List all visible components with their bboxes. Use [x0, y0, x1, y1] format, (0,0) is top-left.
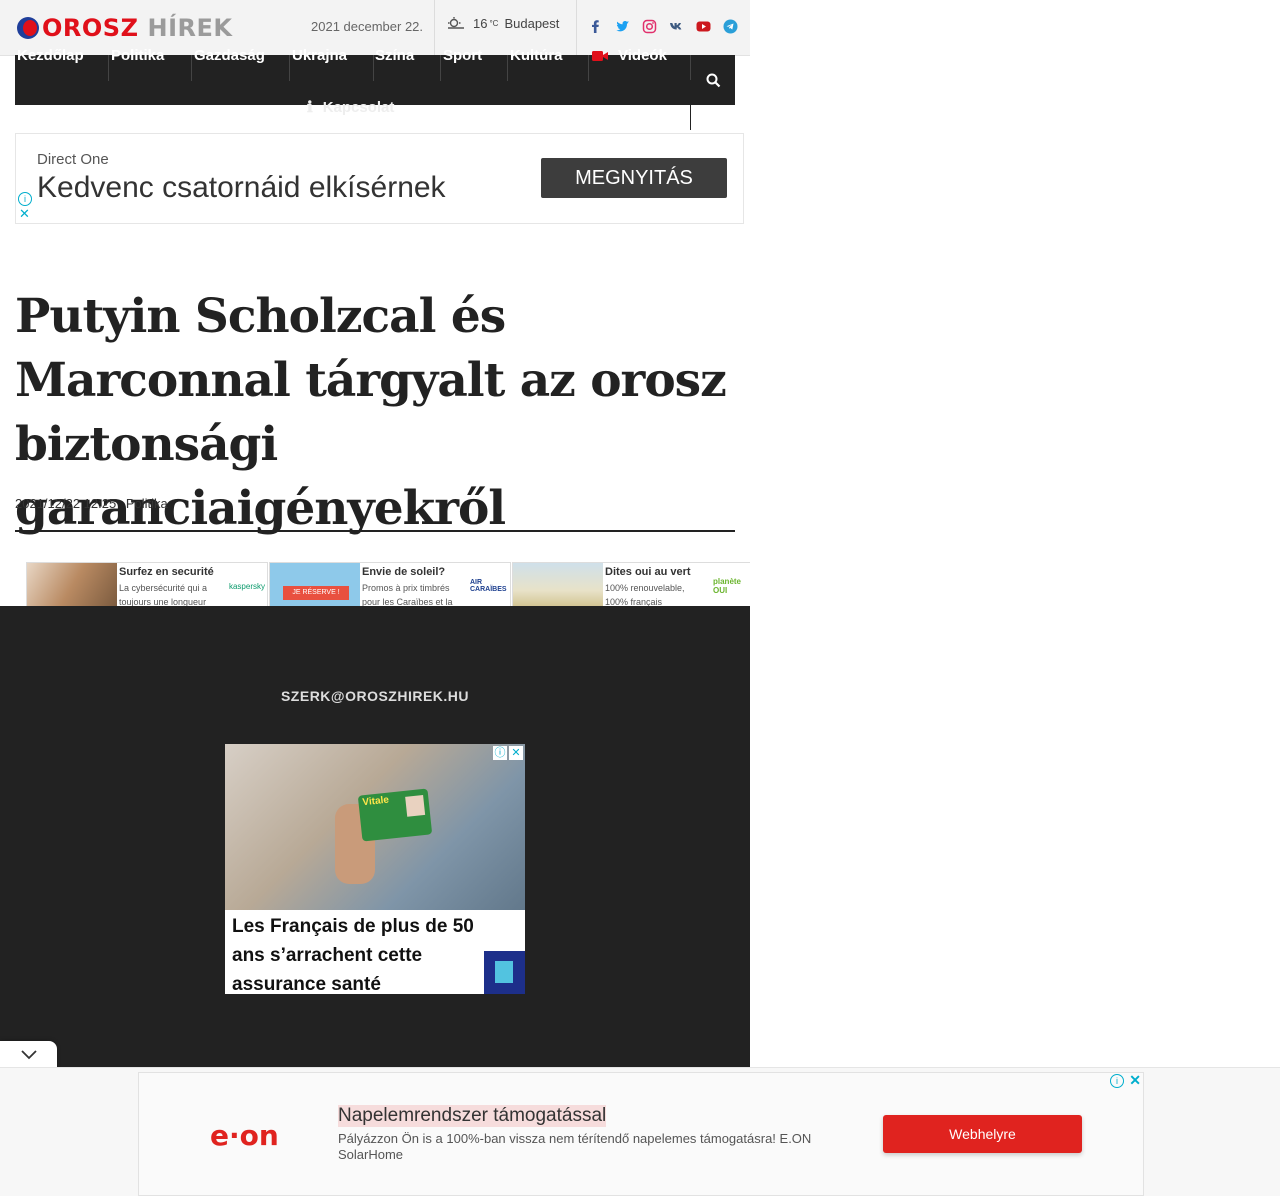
sponsored-card[interactable]: Dites oui au vert 100% renouvelable, 100… — [512, 562, 750, 606]
ad-card-photo — [405, 794, 426, 817]
ad-logo: e·on — [210, 1119, 279, 1152]
ad-close-icon[interactable]: ✕ — [509, 746, 523, 760]
article-divider — [15, 530, 735, 532]
logo-globe-icon — [17, 17, 39, 39]
weather-city: Budapest — [504, 16, 560, 31]
ad-info-icon[interactable]: i — [18, 192, 32, 206]
nav-item-culture[interactable]: Kultúra — [508, 47, 563, 81]
nav-item-contact[interactable]: ℹ Kapcsolat — [307, 98, 394, 116]
article-category[interactable]: Politika — [126, 496, 168, 511]
ad-headline: Napelemrendszer támogatással — [338, 1105, 607, 1127]
ad-brand-logo — [484, 951, 525, 994]
search-icon — [706, 73, 721, 87]
sponsored-image: JE RÉSERVE ! — [270, 563, 360, 606]
sponsored-logo: kaspersky — [228, 581, 265, 591]
logo-text-secondary: HÍREK — [147, 14, 233, 42]
vk-icon[interactable] — [669, 19, 684, 34]
article-meta: 2021/12/22 12:25 Politika — [15, 496, 174, 511]
contact-email[interactable]: SZERK@OROSZHIREK.HU — [0, 688, 750, 704]
search-button[interactable] — [692, 55, 735, 105]
facebook-icon[interactable] — [588, 19, 603, 34]
sponsored-title: Envie de soleil? — [362, 566, 446, 578]
weather-widget: 16 °C Budapest — [447, 16, 559, 31]
weather-temp: 16 — [473, 16, 488, 31]
ad-visit-button[interactable]: Webhelyre — [883, 1115, 1082, 1153]
site-footer: SZERK@OROSZHIREK.HU Vitale Les Français … — [0, 606, 750, 1076]
current-date: 2021 december 22. — [311, 19, 424, 34]
twitter-icon[interactable] — [615, 19, 630, 34]
ad-caption: Les Français de plus de 50 ans s’arrache… — [232, 916, 474, 994]
sponsored-image — [513, 563, 603, 606]
ad-card-image: Vitale — [357, 788, 433, 842]
nav-item-politics[interactable]: Politika — [109, 47, 164, 81]
ad-card-text: Vitale — [361, 794, 390, 809]
ad-close-icon[interactable]: ✕ — [19, 206, 30, 222]
nav-item-home[interactable]: Kezdőlap — [15, 47, 84, 81]
nav-item-videos[interactable]: Videók — [590, 47, 667, 81]
article-timestamp: 2021/12/22 12:25 — [15, 496, 117, 511]
sponsored-cta: JE RÉSERVE ! — [283, 586, 349, 600]
site-logo[interactable]: OROSZ HÍREK — [17, 14, 232, 42]
nav-item-contact-label: Kapcsolat — [322, 99, 395, 116]
ad-controls: ⓘ ✕ — [493, 746, 523, 760]
sponsored-card[interactable]: JE RÉSERVE ! Envie de soleil? Promos à p… — [269, 562, 511, 606]
sponsored-title: Dites oui au vert — [605, 566, 691, 578]
bottom-sticky-ad: e·on Napelemrendszer támogatással Pályáz… — [0, 1067, 1280, 1196]
nav-item-sport[interactable]: Sport — [441, 47, 482, 81]
nav-item-ukraine[interactable]: Ukrajna — [290, 47, 347, 81]
nav-item-economy[interactable]: Gazdaság — [192, 47, 265, 81]
sponsored-desc: 100% renouvelable, 100% français — [605, 583, 685, 606]
logo-text-primary: OROSZ — [42, 14, 139, 42]
divider — [576, 0, 577, 55]
sponsored-desc: La cybersécurité qui a toujours une long… — [119, 583, 208, 606]
sponsored-title: Surfez en securité — [119, 566, 214, 578]
sponsored-logo: planète OUI — [713, 577, 742, 595]
ad-info-icon[interactable]: i — [1110, 1074, 1124, 1088]
ad-info-icon[interactable]: ⓘ — [493, 746, 507, 760]
sponsored-card[interactable]: Surfez en securité La cybersécurité qui … — [26, 562, 268, 606]
divider — [434, 0, 435, 55]
video-camera-icon — [592, 51, 608, 61]
telegram-icon[interactable] — [723, 19, 738, 34]
main-nav: Kezdőlap Politika Gazdaság Ukrajna Szína… — [15, 47, 735, 116]
social-links — [588, 19, 738, 34]
weather-unit: °C — [489, 19, 499, 28]
sponsored-desc: Promos à prix timbrés pour les Caraïbes … — [362, 583, 453, 606]
ad-open-button[interactable]: MEGNYITÁS — [541, 158, 727, 198]
ad-brand: Direct One — [37, 151, 109, 168]
collapse-ad-button[interactable] — [0, 1041, 57, 1069]
top-ad-banner[interactable]: Direct One Kedvenc csatornáid elkísérnek… — [15, 133, 744, 224]
nav-item-videos-label: Videók — [618, 47, 667, 64]
ad-description: Pályázzon Ön is a 100%-ban vissza nem té… — [338, 1131, 812, 1162]
nav-divider — [690, 55, 691, 81]
nav-item-stage[interactable]: Szína — [373, 47, 414, 81]
ad-headline: Kedvenc csatornáid elkísérnek — [37, 171, 446, 204]
nav-divider-line — [690, 80, 691, 130]
nav-divider — [588, 55, 589, 81]
bottom-ad[interactable]: e·on Napelemrendszer támogatással Pályáz… — [138, 1072, 1144, 1196]
sponsored-strip: Surfez en securité La cybersécurité qui … — [26, 562, 750, 606]
sponsored-logo: AIR CARAÏBES — [470, 579, 507, 593]
youtube-icon[interactable] — [696, 19, 711, 34]
chevron-down-icon — [20, 1050, 37, 1060]
footer-ad[interactable]: Vitale Les Français de plus de 50 ans s’… — [225, 744, 525, 994]
sponsored-image — [27, 563, 117, 606]
ad-close-icon[interactable]: ✕ — [1129, 1072, 1141, 1089]
partly-sunny-icon — [448, 16, 464, 29]
info-icon: ℹ — [307, 99, 313, 116]
instagram-icon[interactable] — [642, 19, 657, 34]
